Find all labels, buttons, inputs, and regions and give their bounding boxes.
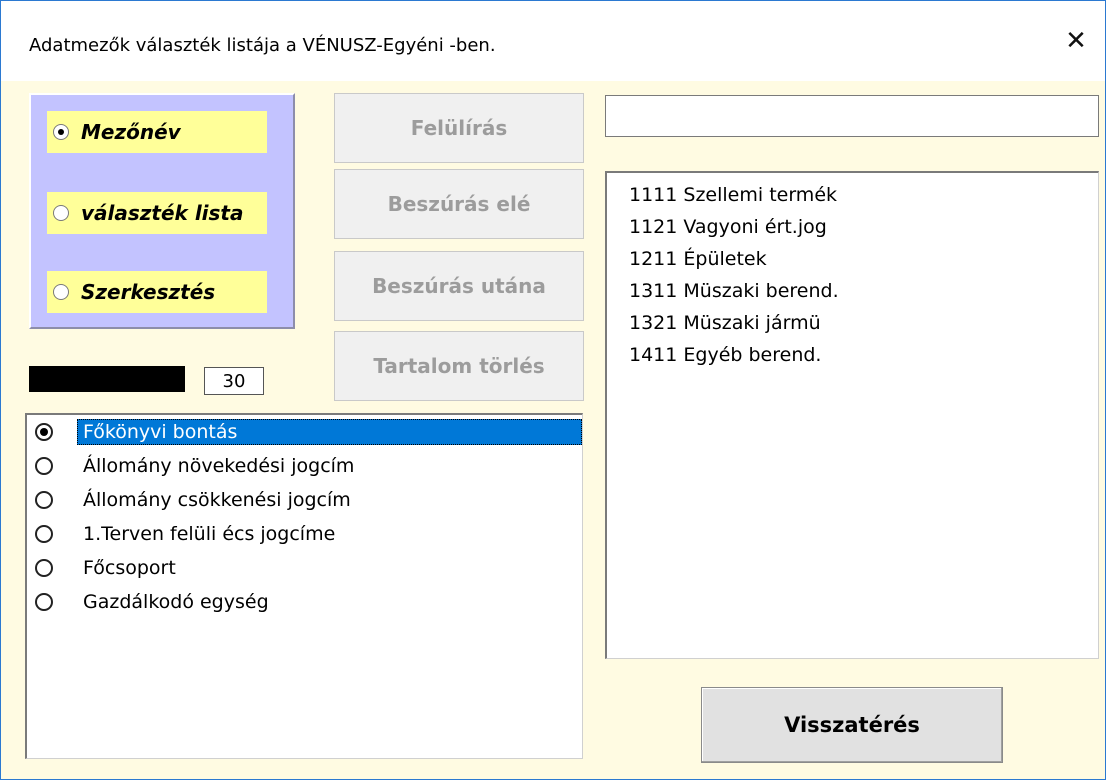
list-item[interactable]: 1121 Vagyoni ért.jog bbox=[607, 211, 1098, 243]
radio-icon bbox=[35, 525, 53, 543]
field-item-allomany-csokkenesi[interactable]: Állomány csökkenési jogcím bbox=[27, 483, 582, 517]
window-title: Adatmezők választék listája a VÉNUSZ-Egy… bbox=[29, 35, 496, 56]
option-mezonev[interactable]: Mezőnév bbox=[47, 111, 267, 153]
radio-icon bbox=[35, 559, 53, 577]
field-item-allomany-novekedesi[interactable]: Állomány növekedési jogcím bbox=[27, 449, 582, 483]
field-item-label: Gazdálkodó egység bbox=[83, 591, 269, 613]
radio-icon bbox=[35, 491, 53, 509]
option-label: Mezőnév bbox=[81, 120, 181, 144]
list-item[interactable]: 1111 Szellemi termék bbox=[607, 179, 1098, 211]
field-listbox[interactable]: Főkönyvi bontás Állomány növekedési jogc… bbox=[25, 413, 583, 759]
radio-icon bbox=[35, 593, 53, 611]
close-icon: ✕ bbox=[1065, 26, 1087, 56]
list-item[interactable]: 1411 Egyéb berend. bbox=[607, 339, 1098, 371]
dialog-window: Adatmezők választék listája a VÉNUSZ-Egy… bbox=[0, 0, 1106, 780]
radio-icon-checked bbox=[35, 423, 53, 441]
value-listbox[interactable]: 1111 Szellemi termék 1121 Vagyoni ért.jo… bbox=[605, 171, 1099, 659]
option-szerkesztes[interactable]: Szerkesztés bbox=[47, 271, 267, 313]
radio-icon-checked bbox=[53, 124, 69, 140]
option-label: Szerkesztés bbox=[81, 280, 216, 304]
radio-icon bbox=[35, 457, 53, 475]
field-item-focsoport[interactable]: Főcsoport bbox=[27, 551, 582, 585]
option-valasztek-lista[interactable]: választék lista bbox=[47, 192, 267, 234]
overwrite-button[interactable]: Felülírás bbox=[334, 93, 584, 163]
insert-before-button[interactable]: Beszúrás elé bbox=[334, 169, 584, 239]
field-item-label: Főcsoport bbox=[83, 557, 176, 579]
field-item-label: 1.Terven felüli écs jogcíme bbox=[83, 523, 336, 545]
mode-option-panel: Mezőnév választék lista Szerkesztés bbox=[29, 93, 295, 329]
field-item-label: Állomány csökkenési jogcím bbox=[83, 489, 351, 511]
edit-field[interactable] bbox=[605, 95, 1099, 137]
field-item-label: Főkönyvi bontás bbox=[77, 419, 582, 445]
option-label: választék lista bbox=[81, 201, 244, 225]
progress-bar bbox=[29, 366, 185, 392]
close-button[interactable]: ✕ bbox=[1047, 17, 1105, 65]
count-field: 30 bbox=[204, 367, 264, 395]
list-item[interactable]: 1211 Épületek bbox=[607, 243, 1098, 275]
list-item[interactable]: 1311 Müszaki berend. bbox=[607, 275, 1098, 307]
field-item-gazdalkodo-egyseg[interactable]: Gazdálkodó egység bbox=[27, 585, 582, 619]
clear-content-button[interactable]: Tartalom törlés bbox=[334, 331, 584, 401]
field-item-fokonyvi-bontas[interactable]: Főkönyvi bontás bbox=[27, 415, 582, 449]
radio-icon bbox=[53, 205, 69, 221]
list-item[interactable]: 1321 Müszaki jármü bbox=[607, 307, 1098, 339]
field-item-terven-feluli[interactable]: 1.Terven felüli écs jogcíme bbox=[27, 517, 582, 551]
title-bar: Adatmezők választék listája a VÉNUSZ-Egy… bbox=[1, 1, 1105, 81]
radio-icon bbox=[53, 284, 69, 300]
field-item-label: Állomány növekedési jogcím bbox=[83, 455, 355, 477]
insert-after-button[interactable]: Beszúrás utána bbox=[334, 251, 584, 321]
back-button[interactable]: Visszatérés bbox=[701, 687, 1003, 763]
count-value: 30 bbox=[222, 370, 246, 392]
